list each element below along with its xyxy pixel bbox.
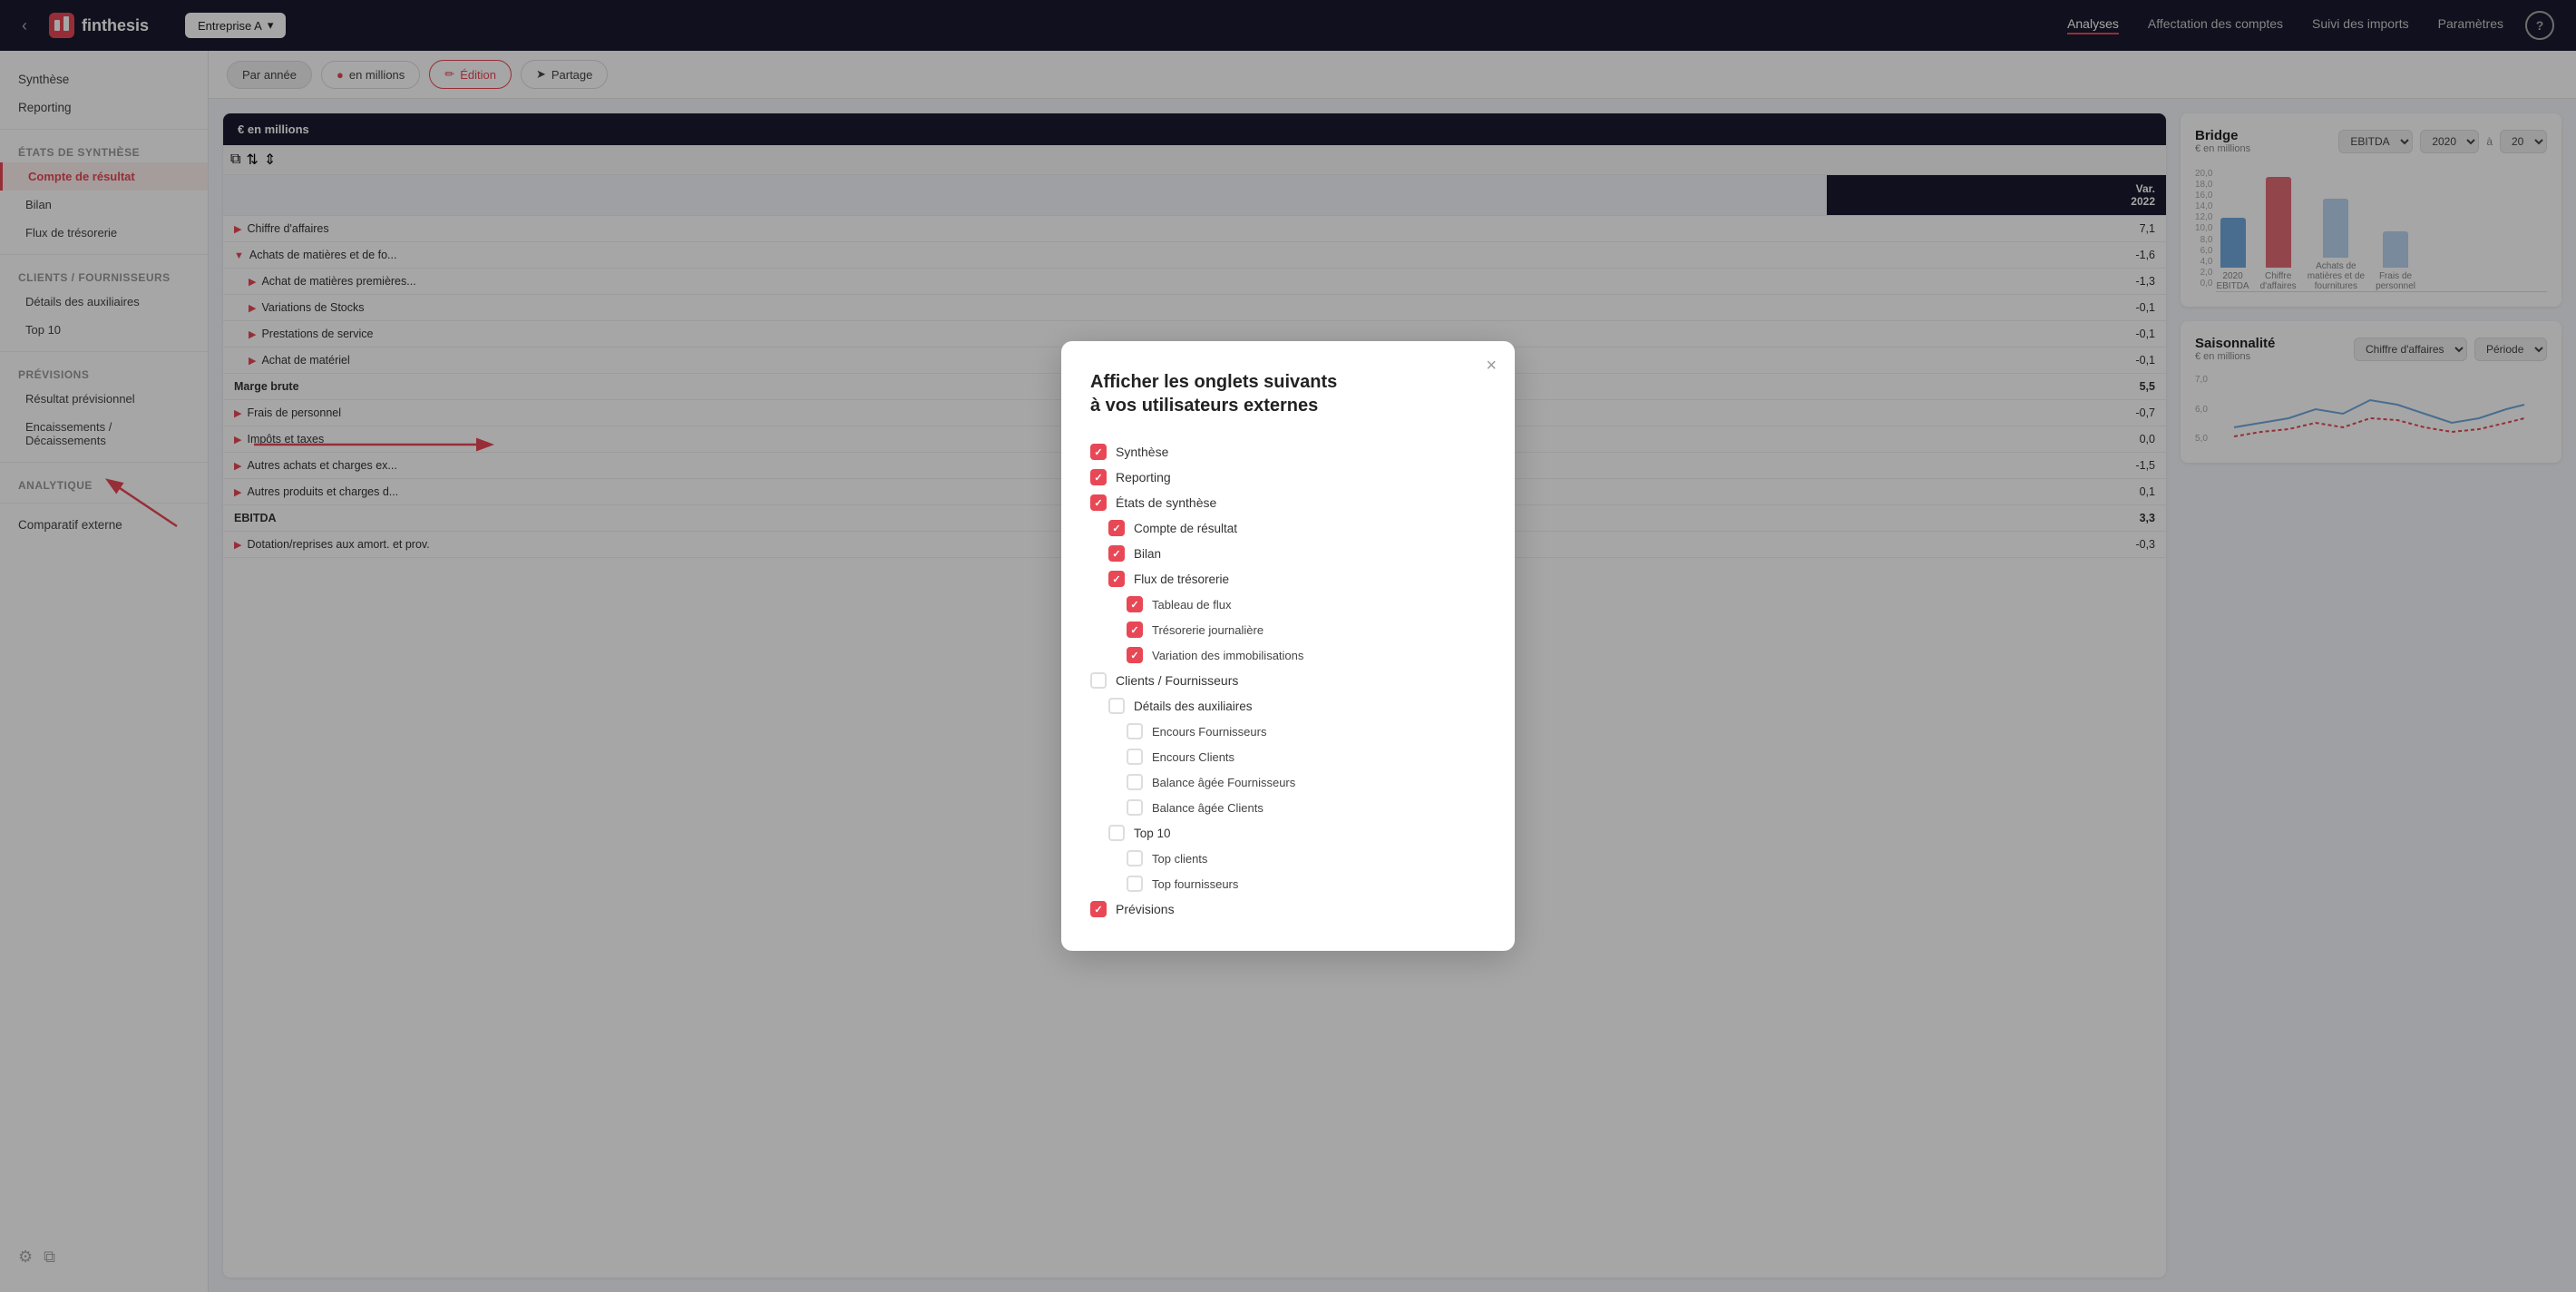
- label-encours-clients: Encours Clients: [1152, 750, 1234, 764]
- checkbox-variation-immobilisations[interactable]: [1127, 647, 1143, 663]
- checkbox-clients-fournisseurs[interactable]: [1090, 672, 1107, 689]
- modal-overlay[interactable]: × Afficher les onglets suivantsà vos uti…: [0, 0, 2576, 1292]
- label-flux-tresorerie: Flux de trésorerie: [1134, 573, 1229, 586]
- checkbox-reporting[interactable]: [1090, 469, 1107, 485]
- modal-item-synthese[interactable]: Synthèse: [1090, 439, 1486, 465]
- label-reporting: Reporting: [1116, 470, 1171, 484]
- checkbox-tresorerie-journaliere[interactable]: [1127, 622, 1143, 638]
- modal-item-bilan[interactable]: Bilan: [1090, 541, 1486, 566]
- checkbox-compte-resultat[interactable]: [1108, 520, 1125, 536]
- checkbox-encours-clients[interactable]: [1127, 749, 1143, 765]
- checkbox-tableau-flux[interactable]: [1127, 596, 1143, 612]
- modal-item-variation-immobilisations[interactable]: Variation des immobilisations: [1090, 642, 1486, 668]
- checkbox-synthese[interactable]: [1090, 444, 1107, 460]
- modal-item-balance-agee-fournisseurs[interactable]: Balance âgée Fournisseurs: [1090, 769, 1486, 795]
- label-clients-fournisseurs: Clients / Fournisseurs: [1116, 673, 1238, 688]
- modal-item-top-clients[interactable]: Top clients: [1090, 846, 1486, 871]
- checkbox-top-clients[interactable]: [1127, 850, 1143, 866]
- checkbox-balance-agee-fournisseurs[interactable]: [1127, 774, 1143, 790]
- modal-item-details-auxiliaires[interactable]: Détails des auxiliaires: [1090, 693, 1486, 719]
- checkbox-flux-tresorerie[interactable]: [1108, 571, 1125, 587]
- modal-item-top-fournisseurs[interactable]: Top fournisseurs: [1090, 871, 1486, 896]
- label-synthese: Synthèse: [1116, 445, 1168, 459]
- checkbox-encours-fournisseurs[interactable]: [1127, 723, 1143, 739]
- checkbox-balance-agee-clients[interactable]: [1127, 799, 1143, 816]
- checkbox-details-auxiliaires[interactable]: [1108, 698, 1125, 714]
- checkbox-previsions[interactable]: [1090, 901, 1107, 917]
- label-tableau-flux: Tableau de flux: [1152, 598, 1231, 612]
- modal-item-previsions[interactable]: Prévisions: [1090, 896, 1486, 922]
- label-encours-fournisseurs: Encours Fournisseurs: [1152, 725, 1266, 739]
- checkbox-bilan[interactable]: [1108, 545, 1125, 562]
- label-compte-resultat: Compte de résultat: [1134, 522, 1237, 535]
- label-details-auxiliaires: Détails des auxiliaires: [1134, 700, 1253, 713]
- modal-item-encours-fournisseurs[interactable]: Encours Fournisseurs: [1090, 719, 1486, 744]
- checkbox-top-fournisseurs[interactable]: [1127, 876, 1143, 892]
- label-balance-agee-fournisseurs: Balance âgée Fournisseurs: [1152, 776, 1295, 789]
- label-balance-agee-clients: Balance âgée Clients: [1152, 801, 1264, 815]
- label-tresorerie-journaliere: Trésorerie journalière: [1152, 623, 1264, 637]
- modal-item-encours-clients[interactable]: Encours Clients: [1090, 744, 1486, 769]
- label-bilan: Bilan: [1134, 547, 1161, 561]
- checkbox-top10[interactable]: [1108, 825, 1125, 841]
- modal-close-button[interactable]: ×: [1486, 356, 1497, 377]
- label-previsions: Prévisions: [1116, 902, 1175, 916]
- modal-item-balance-agee-clients[interactable]: Balance âgée Clients: [1090, 795, 1486, 820]
- modal-item-tresorerie-journaliere[interactable]: Trésorerie journalière: [1090, 617, 1486, 642]
- modal-item-compte-resultat[interactable]: Compte de résultat: [1090, 515, 1486, 541]
- modal-title: Afficher les onglets suivantsà vos utili…: [1090, 370, 1486, 417]
- label-top-clients: Top clients: [1152, 852, 1207, 866]
- modal-item-flux-tresorerie[interactable]: Flux de trésorerie: [1090, 566, 1486, 592]
- checkbox-etats-synthese[interactable]: [1090, 494, 1107, 511]
- label-top-fournisseurs: Top fournisseurs: [1152, 877, 1238, 891]
- label-etats-synthese: États de synthèse: [1116, 495, 1216, 510]
- modal-item-tableau-flux[interactable]: Tableau de flux: [1090, 592, 1486, 617]
- share-modal: × Afficher les onglets suivantsà vos uti…: [1061, 341, 1515, 951]
- modal-item-clients-fournisseurs[interactable]: Clients / Fournisseurs: [1090, 668, 1486, 693]
- modal-item-reporting[interactable]: Reporting: [1090, 465, 1486, 490]
- modal-item-top10[interactable]: Top 10: [1090, 820, 1486, 846]
- modal-item-etats-synthese[interactable]: États de synthèse: [1090, 490, 1486, 515]
- label-top10: Top 10: [1134, 827, 1171, 840]
- label-variation-immobilisations: Variation des immobilisations: [1152, 649, 1303, 662]
